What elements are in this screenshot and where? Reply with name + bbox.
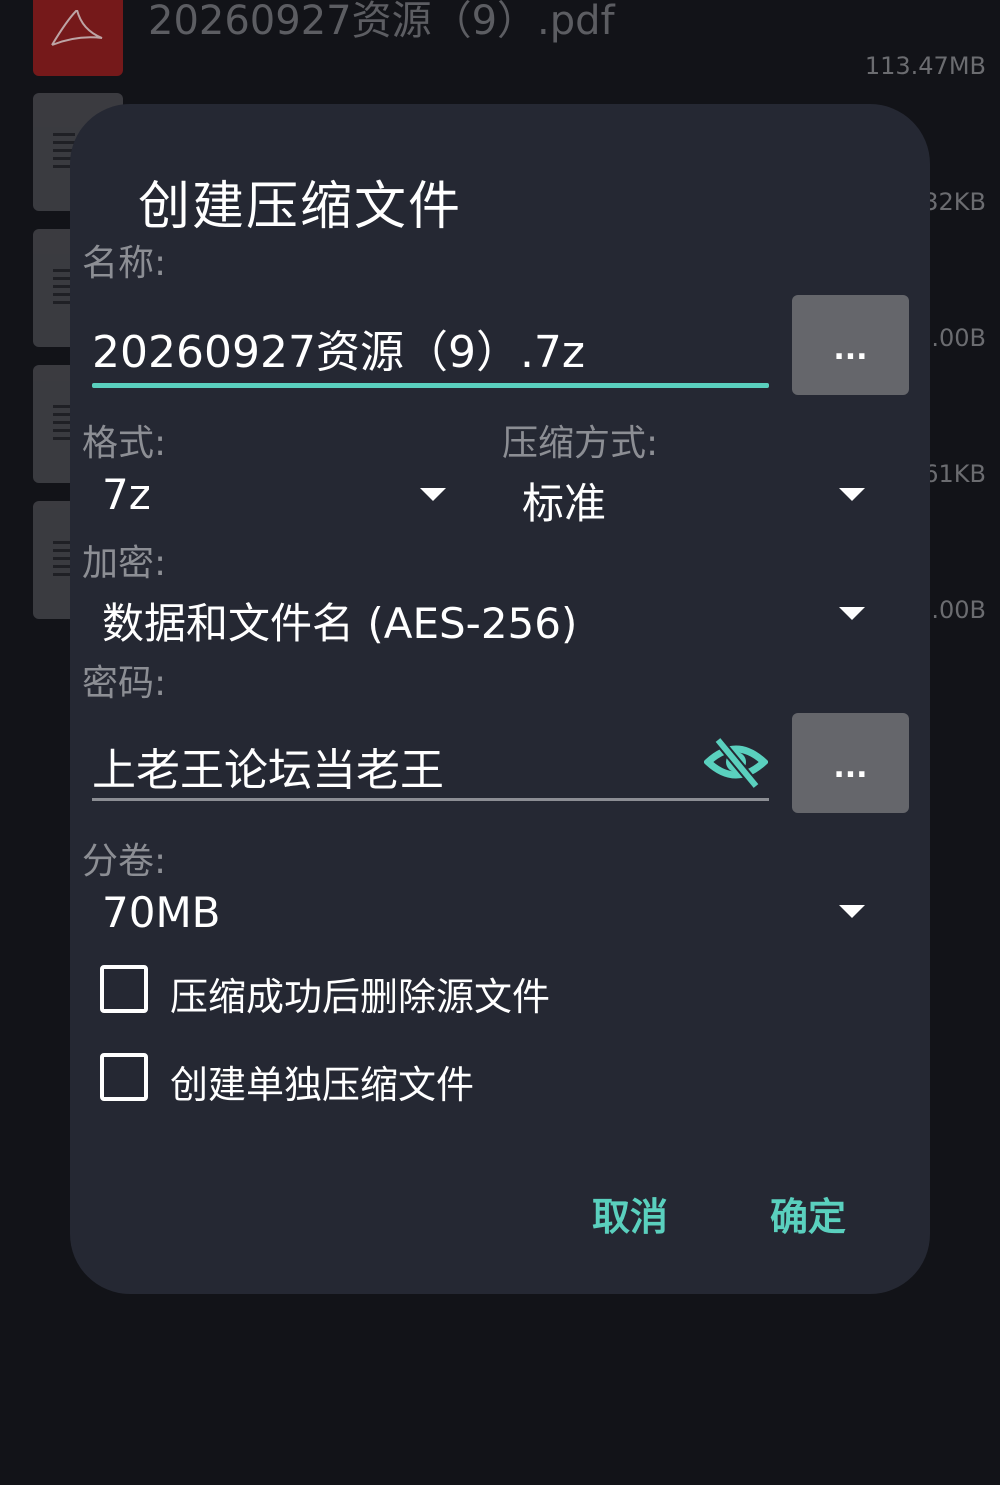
encryption-value: 数据和文件名 (AES-256) <box>102 599 578 648</box>
dropdown-caret-icon <box>839 607 865 620</box>
pdf-icon <box>33 0 123 76</box>
compression-method-label: 压缩方式: <box>502 423 659 464</box>
name-input-underline <box>92 383 769 388</box>
dropdown-caret-icon <box>420 488 446 501</box>
delete-source-label[interactable]: 压缩成功后删除源文件 <box>170 966 550 1021</box>
password-input-underline <box>92 798 769 801</box>
create-archive-dialog: 创建压缩文件 名称: 20260927资源（9）.7z ... 格式: 压缩方式… <box>70 104 930 1294</box>
cancel-button[interactable]: 取消 <box>592 1186 668 1241</box>
file-size: 32KB <box>923 188 986 216</box>
split-volume-label: 分卷: <box>82 841 167 882</box>
encryption-label: 加密: <box>82 543 167 584</box>
dropdown-caret-icon <box>839 488 865 501</box>
password-options-button[interactable]: ... <box>792 713 909 813</box>
file-size: 113.47MB <box>864 52 986 80</box>
name-label: 名称: <box>82 243 167 284</box>
archive-name-input[interactable]: 20260927资源（9）.7z <box>92 316 585 380</box>
compression-method-value: 标准 <box>522 479 607 528</box>
delete-source-checkbox[interactable] <box>100 965 148 1013</box>
file-name: 20260927资源（9）.pdf <box>148 0 615 44</box>
file-size: .00B <box>931 324 986 352</box>
dropdown-caret-icon <box>839 905 865 918</box>
separate-archives-checkbox[interactable] <box>100 1053 148 1101</box>
eye-off-icon[interactable] <box>704 732 768 792</box>
browse-button[interactable]: ... <box>792 295 909 395</box>
format-value: 7z <box>102 470 151 519</box>
file-size: 61KB <box>923 460 986 488</box>
separate-archives-label[interactable]: 创建单独压缩文件 <box>170 1054 474 1109</box>
ok-button[interactable]: 确定 <box>770 1186 846 1241</box>
password-input[interactable]: 上老王论坛当老王 <box>92 734 444 798</box>
split-volume-value: 70MB <box>102 888 221 937</box>
format-label: 格式: <box>82 423 167 464</box>
dialog-title: 创建压缩文件 <box>138 177 463 237</box>
password-label: 密码: <box>82 663 167 704</box>
file-size: .00B <box>931 596 986 624</box>
